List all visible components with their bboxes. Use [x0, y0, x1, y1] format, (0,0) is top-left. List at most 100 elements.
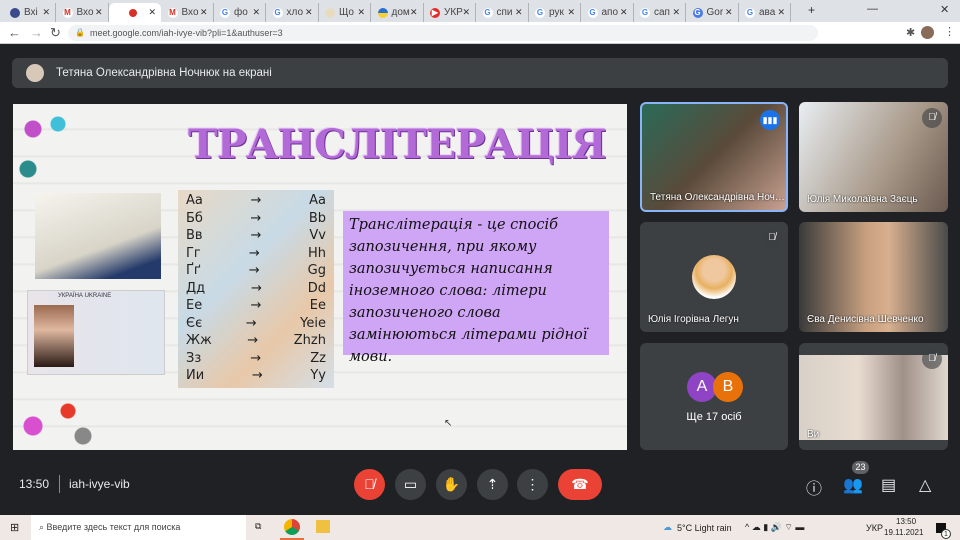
start-icon[interactable]: ⊞: [10, 521, 19, 534]
close-tab-icon[interactable]: ✕: [725, 7, 733, 18]
chat-icon[interactable]: ▤: [881, 475, 896, 495]
close-tab-icon[interactable]: ✕: [410, 7, 418, 18]
weather-text[interactable]: 5°C Light rain: [677, 523, 732, 533]
profile-avatar[interactable]: [921, 26, 934, 39]
browser-tab[interactable]: Gава ✕: [739, 3, 791, 22]
close-tab-icon[interactable]: ✕: [148, 7, 156, 18]
present-screen-button[interactable]: ⇡: [477, 469, 508, 500]
more-options-button[interactable]: ⋮: [517, 469, 548, 500]
reload-icon[interactable]: ↻: [50, 25, 61, 41]
browser-tab[interactable]: Вхі ✕: [4, 3, 56, 22]
participant-tile[interactable]: 🎙̸ Юлія Миколаївна Заєць: [799, 102, 948, 212]
new-tab-button[interactable]: +: [808, 3, 815, 17]
participant-tile[interactable]: ▮▮▮ Тетяна Олександрівна Ночнюк: [640, 102, 788, 212]
arrow: →: [248, 263, 260, 278]
browser-tab[interactable]: Що ✕: [319, 3, 371, 22]
id-card-label: УКРАЇНА UKRAINE: [58, 293, 112, 299]
close-tab-icon[interactable]: ✕: [252, 7, 260, 18]
latin-letter: Dd: [307, 280, 326, 296]
mic-toggle-button[interactable]: 🎙̸: [354, 469, 385, 500]
latin-letter: Zz: [310, 350, 326, 366]
close-tab-icon[interactable]: ✕: [672, 7, 680, 18]
tab-label: апо: [601, 7, 619, 18]
extensions-icon[interactable]: ✱: [906, 26, 915, 39]
browser-tab[interactable]: Gсап ✕: [634, 3, 686, 22]
google-icon: G: [535, 7, 545, 18]
translit-row: Аа → Aa: [186, 192, 326, 210]
browser-tab[interactable]: дом ✕: [372, 3, 424, 22]
browser-tab[interactable]: Gфо ✕: [214, 3, 266, 22]
latin-letter: Yy: [310, 368, 326, 383]
meeting-time: 13:50: [19, 477, 50, 491]
chrome-icon[interactable]: [284, 519, 300, 535]
meeting-info-icon[interactable]: ⓘ: [806, 475, 822, 499]
url-input[interactable]: 🔒 meet.google.com/iah-ivye-vib?pli=1&auth…: [68, 25, 818, 41]
arrow: →: [250, 350, 262, 366]
arrow: →: [245, 315, 257, 331]
latin-letter: Vv: [309, 228, 326, 243]
id-card-image: УКРАЇНА UKRAINE: [27, 290, 165, 375]
more-participants-tile[interactable]: А В Ще 17 осіб: [640, 343, 788, 450]
close-tab-icon[interactable]: ✕: [515, 7, 523, 18]
browser-tab[interactable]: Gапо ✕: [582, 3, 634, 22]
cyrillic-letter: Вв: [186, 228, 203, 243]
arrow: →: [251, 368, 263, 383]
participant-name: Ви: [807, 429, 820, 440]
participants-count-badge: 23: [852, 461, 869, 474]
translit-row: Зз → Zz: [186, 350, 326, 368]
people-icon[interactable]: 👥: [843, 475, 863, 495]
close-tab-icon[interactable]: ✕: [200, 7, 208, 18]
browser-tab[interactable]: M Вхо ✕: [57, 3, 109, 22]
minimize-button[interactable]: —: [867, 3, 878, 15]
close-tab-icon[interactable]: ✕: [305, 7, 313, 18]
tab-label: дом: [391, 7, 410, 18]
language-indicator[interactable]: УКР: [866, 523, 883, 533]
browser-tab[interactable]: ▶ УКР ✕: [424, 3, 476, 22]
recording-icon: [129, 8, 137, 17]
cyrillic-letter: Ии: [186, 368, 205, 383]
browser-tab[interactable]: Gхло ✕: [267, 3, 319, 22]
close-tab-icon[interactable]: ✕: [620, 7, 628, 18]
end-call-button[interactable]: ☎: [558, 469, 602, 500]
browser-tab[interactable]: M Вхо ✕: [162, 3, 214, 22]
google-icon: G: [220, 7, 230, 18]
browser-tab[interactable]: Gрук ✕: [529, 3, 581, 22]
latin-letter: Zhzh: [293, 333, 326, 348]
close-tab-icon[interactable]: ✕: [567, 7, 575, 18]
close-tab-icon[interactable]: ✕: [462, 7, 470, 18]
translit-row: Гг → Hh: [186, 245, 326, 263]
cyrillic-letter: Аа: [186, 193, 203, 208]
speaking-indicator-icon: ▮▮▮: [760, 110, 780, 130]
browser-tab[interactable]: Gспи ✕: [477, 3, 529, 22]
clock-date[interactable]: 19.11.2021: [884, 528, 923, 537]
self-tile[interactable]: 🎙̸ Ви: [799, 343, 948, 450]
app-icon: [10, 7, 20, 18]
tray-icons[interactable]: ^ ☁ ▮ 🔊 ⌔ ▬: [745, 522, 804, 533]
file-explorer-icon[interactable]: [316, 520, 330, 533]
lock-icon: 🔒: [75, 28, 85, 37]
cyrillic-letter: Єє: [186, 315, 203, 331]
close-tab-icon[interactable]: ✕: [357, 7, 365, 18]
participant-tile[interactable]: 🎙̸ Юлія Ігорівна Легун: [640, 222, 788, 332]
browser-tab[interactable]: ▶ ✕: [109, 3, 161, 22]
close-tab-icon[interactable]: ✕: [95, 7, 103, 18]
activities-icon[interactable]: △: [919, 475, 931, 495]
back-icon[interactable]: ←: [8, 25, 21, 40]
camera-toggle-button[interactable]: ▭: [395, 469, 426, 500]
taskbar-search-input[interactable]: ⌕ Введите здесь текст для поиска: [31, 515, 246, 540]
forward-icon[interactable]: →: [30, 25, 43, 40]
translate-icon: G: [692, 7, 703, 18]
participant-tile[interactable]: Єва Денисівна Шевченко: [799, 222, 948, 332]
tab-label: сап: [654, 7, 670, 18]
gmail-icon: M: [167, 7, 178, 18]
close-tab-icon[interactable]: ✕: [777, 7, 785, 18]
translit-row: Бб → Bb: [186, 210, 326, 228]
task-view-icon[interactable]: ⧉: [255, 521, 261, 532]
clock-time[interactable]: 13:50: [896, 517, 916, 526]
participant-avatar: В: [713, 372, 743, 402]
close-tab-icon[interactable]: ✕: [42, 7, 50, 18]
menu-icon[interactable]: ⋮: [944, 25, 955, 38]
raise-hand-button[interactable]: ✋: [436, 469, 467, 500]
close-window-button[interactable]: ✕: [940, 3, 949, 16]
browser-tab[interactable]: G Gor ✕: [687, 3, 739, 22]
